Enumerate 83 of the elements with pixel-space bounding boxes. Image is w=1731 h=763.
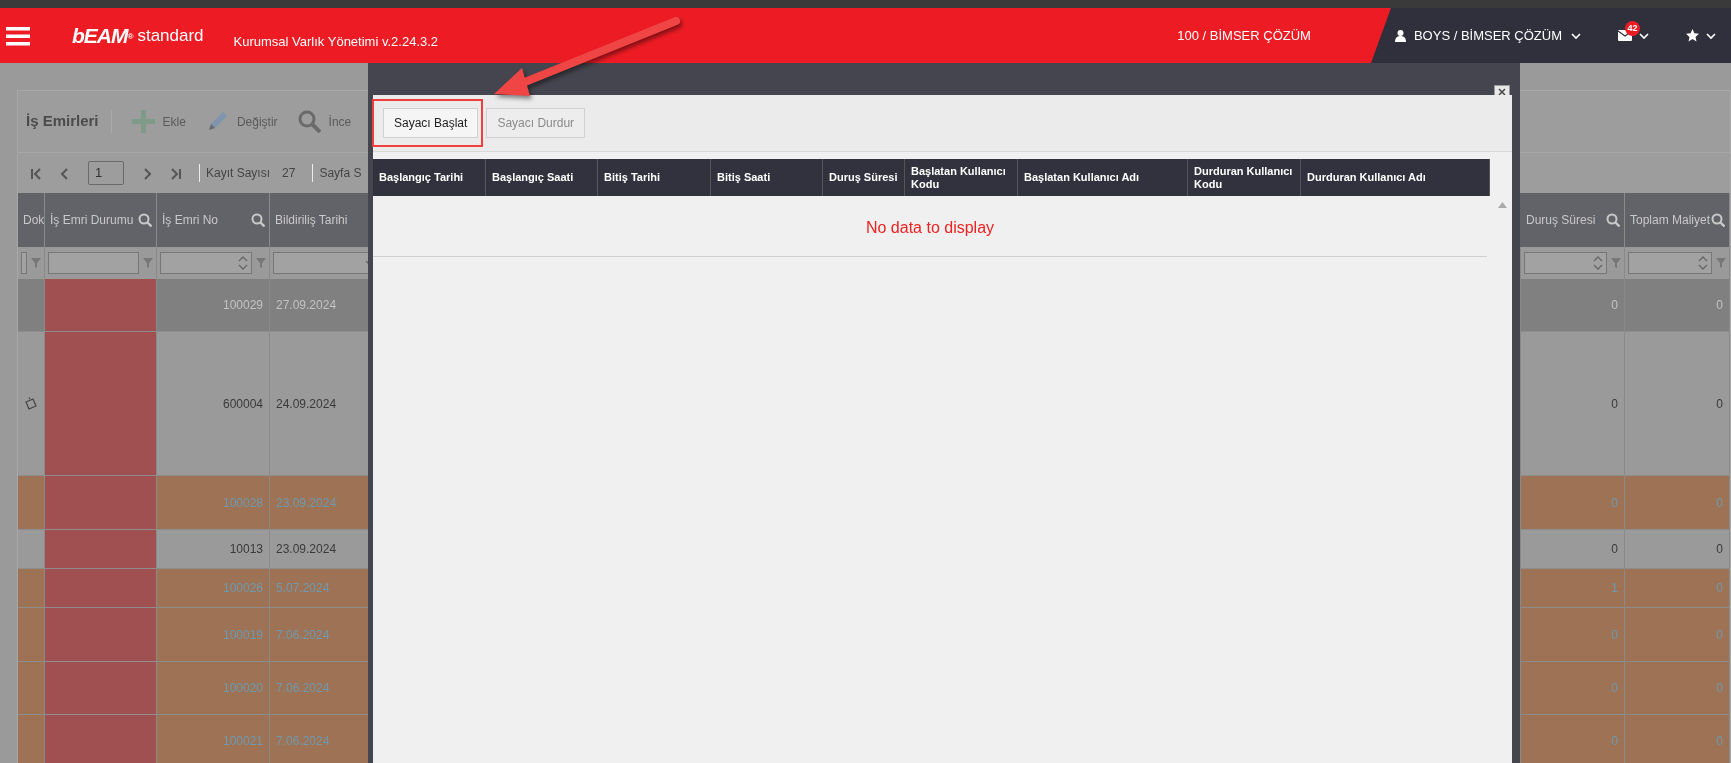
table-cell: 0 [1521,530,1625,569]
table-cell: 0 [1521,662,1625,715]
chevron-icon [1705,30,1717,41]
first-page-icon [30,167,42,180]
filter-field[interactable] [21,252,27,274]
table-cell: 0 [1521,476,1625,530]
table-cell: 100026 [157,569,270,608]
empty-message: No data to display [864,218,996,238]
last-page-icon [170,167,182,180]
column-header[interactable]: Bitiş Saati [711,159,823,196]
edition-label: standard [137,24,204,47]
table-cell: 0 [1625,476,1730,530]
plus-icon [131,110,155,133]
table-cell: 100029 [157,279,270,332]
column-header[interactable]: Durduran Kullanıcı Kodu [1188,159,1301,196]
page-title: İş Emirleri [26,110,112,133]
attachment-icon [24,396,38,411]
table-cell: 0 [1625,715,1730,763]
table-cell: 0 [1521,332,1625,476]
table-cell: 100028 [157,476,270,530]
search-icon [297,110,321,133]
company-label: 100 / BİMSER ÇÖZÜM [1177,26,1311,45]
scroll-up-icon[interactable] [1498,202,1507,208]
table-cell: 0 [1521,608,1625,662]
table-cell: 0 [1521,279,1625,332]
table-cell: 1 [1521,569,1625,608]
column-header[interactable]: Durduran Kullanıcı Adı [1301,159,1490,196]
page-number-field[interactable]: 1 [88,161,124,185]
menu-button[interactable] [6,25,30,46]
table-cell: 0 [1521,715,1625,763]
previous-page-icon [59,167,71,180]
spinner-icon [238,256,248,270]
table-cell: 0 [1625,608,1730,662]
filter-icon [31,258,41,268]
chevron-icon [1570,30,1582,41]
search-icon [1711,213,1725,227]
table-cell: 0 [1625,662,1730,715]
toolbar-button[interactable]: Sayacı Başlat [383,108,479,138]
filter-field[interactable] [160,252,252,274]
table-cell: 600004 [157,332,270,476]
star-icon [1686,29,1699,42]
table-cell: 0 [1625,569,1730,608]
favorites-menu[interactable] [1686,29,1717,42]
table-cell: 0 [1625,332,1730,476]
column-header[interactable]: Başlatan Kullanıcı Kodu [905,159,1018,196]
filter-field[interactable] [48,252,139,274]
filter-icon [1716,258,1726,268]
filter-icon [1611,258,1621,268]
column-header[interactable]: İş Emri No [157,193,270,247]
page-size-label: Sayfa S [319,166,362,180]
product-title: Kurumsal Varlık Yönetimi v.2.24.3.2 [233,32,439,51]
user-icon [1394,29,1406,42]
table-cell: 0 [1625,279,1730,332]
next-page-icon [141,167,153,180]
chevron-icon [1638,30,1650,41]
column-header[interactable]: Başlangıç Tarihi [373,159,486,196]
column-header[interactable]: Başlangıç Saati [486,159,598,196]
record-count: 27 [282,165,296,182]
column-header[interactable]: Dok [18,193,45,247]
table-cell: 0 [1625,530,1730,569]
close-icon [1498,88,1506,96]
logo: bEAM$^{®}$ [72,22,133,49]
table-cell: 100021 [157,715,270,763]
column-header[interactable]: Duruş Süresi [823,159,905,196]
filter-field[interactable] [1524,252,1607,274]
search-icon [251,213,265,227]
record-count-label: Kayıt Sayısı [206,165,271,182]
column-header[interactable]: Bitiş Tarihi [598,159,711,196]
filter-icon [143,258,153,268]
filter-field[interactable] [1628,252,1712,274]
column-header[interactable]: Toplam Maliyet [1625,193,1730,247]
user-menu[interactable]: BOYS / BİMSER ÇÖZÜM [1394,25,1582,46]
column-header[interactable]: Başlatan Kullanıcı Adı [1018,159,1188,196]
search-icon [1606,213,1620,227]
spinner-icon [1593,256,1603,270]
spinner-icon [1698,256,1708,270]
table-cell: 100019 [157,608,270,662]
column-header[interactable]: Duruş Süresi [1521,193,1625,247]
table-cell: 100020 [157,662,270,715]
search-icon [138,213,152,227]
table-cell: 10013 [157,530,270,569]
filter-icon [256,258,266,268]
column-header[interactable]: İş Emri Durumu [45,193,157,247]
